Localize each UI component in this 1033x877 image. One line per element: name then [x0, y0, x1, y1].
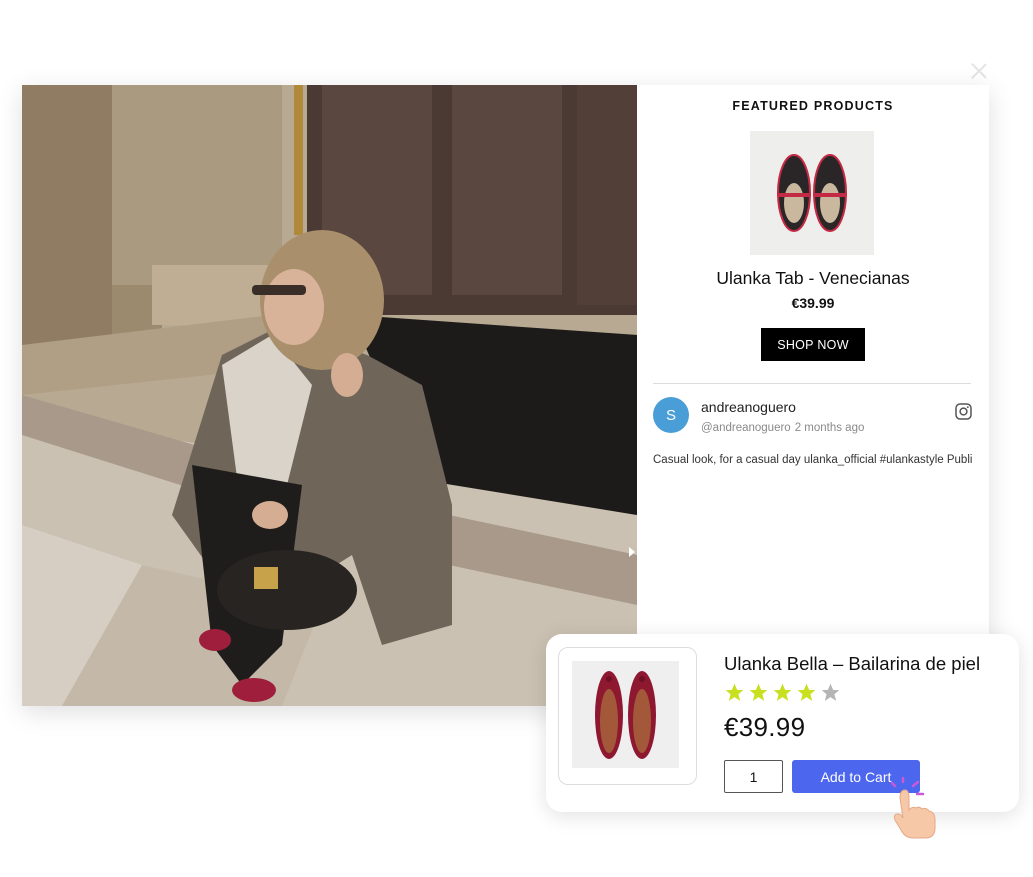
- star-icon: [797, 683, 816, 701]
- featured-panel: FEATURED PRODUCTS Ulanka Tab - Veneciana…: [637, 85, 989, 706]
- star-rating: [724, 682, 841, 703]
- star-empty-icon: [821, 683, 840, 701]
- post-username[interactable]: andreanoguero: [701, 399, 796, 415]
- star-icon: [725, 683, 744, 701]
- product-price: €39.99: [724, 712, 806, 742]
- divider: [653, 383, 971, 384]
- pointer-hand-icon: [891, 776, 936, 839]
- featured-product-name[interactable]: Ulanka Tab - Venecianas: [637, 268, 989, 289]
- lightbox-modal: FEATURED PRODUCTS Ulanka Tab - Veneciana…: [22, 85, 989, 706]
- product-card: Ulanka Bella – Bailarina de piel €39.99 …: [546, 634, 1019, 812]
- close-icon[interactable]: [968, 60, 990, 82]
- quantity-input[interactable]: [724, 760, 783, 793]
- featured-products-heading: FEATURED PRODUCTS: [732, 99, 894, 113]
- post-caption: Casual look, for a casual day ulanka_off…: [653, 454, 973, 466]
- featured-product-image[interactable]: [750, 131, 874, 255]
- product-thumbnail[interactable]: [558, 647, 697, 785]
- star-icon: [749, 683, 768, 701]
- post-meta: @andreanoguero 2 months ago: [701, 422, 868, 434]
- post-photo: [22, 85, 637, 706]
- post-time: 2 months ago: [794, 422, 865, 434]
- featured-product-price: €39.99: [791, 295, 835, 311]
- product-name[interactable]: Ulanka Bella – Bailarina de piel: [724, 653, 980, 675]
- avatar[interactable]: S: [653, 397, 689, 433]
- post-handle[interactable]: @andreanoguero: [701, 422, 791, 434]
- star-icon: [773, 683, 792, 701]
- instagram-icon[interactable]: [955, 403, 972, 420]
- shop-now-button[interactable]: SHOP NOW: [761, 328, 865, 361]
